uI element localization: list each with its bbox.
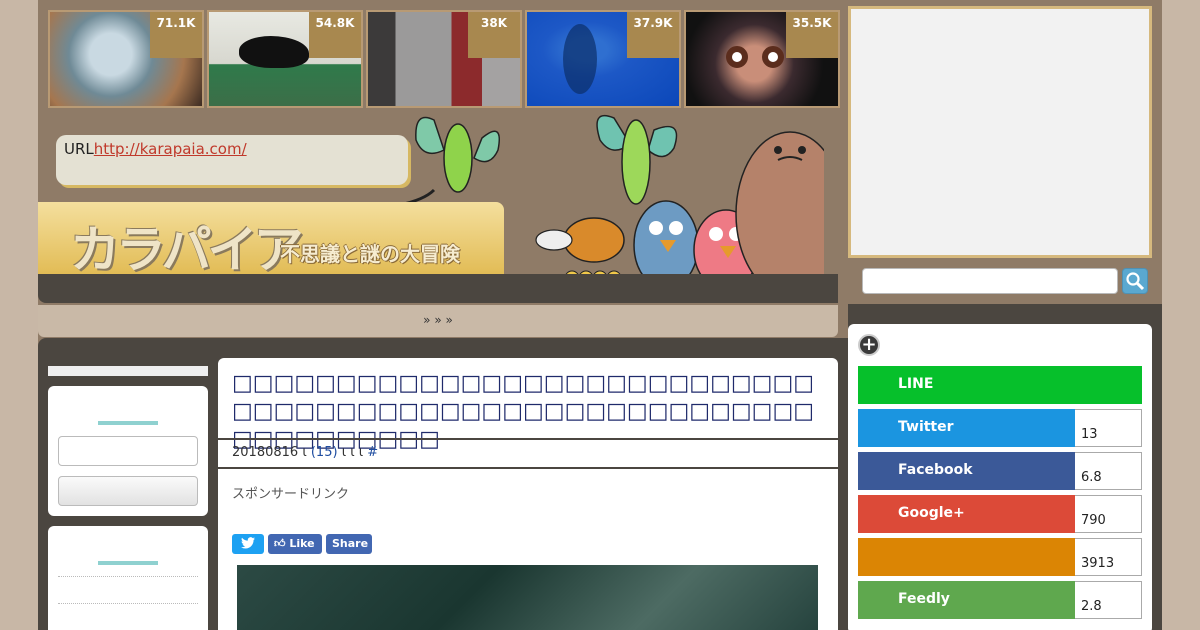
thumbs-up-icon: 👍︎: [274, 537, 286, 550]
view-count-badge: 35.5K: [786, 12, 838, 58]
left-sidebar-strip: [48, 366, 208, 376]
twitter-bird-icon: [241, 537, 255, 549]
article-date: 20180816: [232, 445, 299, 460]
site-url-link[interactable]: http://karapaia.com/: [94, 140, 247, 158]
url-bubble: URLhttp://karapaia.com/: [56, 135, 408, 185]
tweet-button[interactable]: [232, 534, 264, 554]
list-divider: [58, 576, 198, 577]
popular-thumbnails: 71.1K 54.8K 38K 37.9K 35.5K: [48, 10, 840, 108]
share-feedly[interactable]: Feedly 2.8: [858, 581, 1142, 619]
share-hatena-label: [858, 538, 1075, 576]
header-bar: [38, 274, 838, 303]
share-feedly-label: Feedly: [858, 581, 1075, 619]
site-tagline: 不思議と謎の大冒険: [280, 242, 460, 266]
thumbnail-1[interactable]: 71.1K: [48, 10, 204, 108]
meta-divider: [218, 438, 838, 440]
share-line[interactable]: LINE: [858, 366, 1142, 404]
search-input[interactable]: [862, 268, 1118, 294]
share-twitter-count: 13: [1075, 409, 1142, 447]
share-twitter-label: Twitter: [858, 409, 1075, 447]
list-divider: [58, 603, 198, 604]
view-count-badge: 37.9K: [627, 12, 679, 58]
share-hatena-count: 3913: [1075, 538, 1142, 576]
crow-shape: [239, 36, 309, 68]
view-count-badge: 54.8K: [309, 12, 361, 58]
thumbnail-2[interactable]: 54.8K: [207, 10, 363, 108]
thumbnail-3[interactable]: 38K: [366, 10, 522, 108]
facebook-like-button[interactable]: 👍︎ Like: [268, 534, 322, 554]
logo-banner[interactable]: カラパイア 不思議と謎の大冒険: [38, 202, 504, 279]
article-title[interactable]: □□□□□□□□□□□□□□□□□□□□□□□□□□□□□□□□□□□□□□□□…: [232, 370, 822, 454]
article-photo: [237, 565, 818, 630]
plus-icon[interactable]: +: [858, 334, 880, 356]
share-hatena[interactable]: 3913: [858, 538, 1142, 576]
search-icon: [1126, 272, 1145, 291]
thumbnail-5[interactable]: 35.5K: [684, 10, 840, 108]
article-meta: 20180816 ι (15) ι ι ι #: [232, 445, 378, 460]
share-facebook-count: 6.8: [1075, 452, 1142, 490]
comment-count-link[interactable]: (15): [311, 445, 338, 460]
sponsored-link-label: スポンサードリンク: [232, 487, 350, 502]
eye-shape: [726, 46, 748, 68]
share-panel: + LINE Twitter 13 Facebook 6.8 Google+ 7…: [848, 324, 1152, 630]
butterfly-mascot-left: [398, 116, 500, 207]
share-facebook-label: Facebook: [858, 452, 1075, 490]
share-twitter[interactable]: Twitter 13: [858, 409, 1142, 447]
share-feedly-count: 2.8: [1075, 581, 1142, 619]
ad-placeholder: [848, 6, 1152, 258]
page: 71.1K 54.8K 38K 37.9K 35.5K URLhttp://ka…: [38, 0, 1162, 630]
view-count-badge: 38K: [468, 12, 520, 58]
share-google-label: Google+: [858, 495, 1075, 533]
search-area: [848, 258, 1162, 304]
eye-shape: [762, 46, 784, 68]
share-google-plus[interactable]: Google+ 790: [858, 495, 1142, 533]
meta-divider: [218, 467, 838, 469]
permalink-hash[interactable]: #: [367, 445, 378, 460]
widget-heading-bar: [98, 561, 158, 565]
thumbnail-4[interactable]: 37.9K: [525, 10, 681, 108]
category-links[interactable]: ι ι ι: [342, 445, 363, 460]
butterfly-mascot-center: [596, 114, 678, 205]
site-logo: カラパイア: [70, 220, 303, 279]
url-prefix: URL: [64, 140, 94, 158]
share-facebook[interactable]: Facebook 6.8: [858, 452, 1142, 490]
article-card: □□□□□□□□□□□□□□□□□□□□□□□□□□□□□□□□□□□□□□□□…: [218, 358, 838, 630]
sidebar-search-button[interactable]: [58, 476, 198, 506]
share-google-count: 790: [1075, 495, 1142, 533]
view-count-badge: 71.1K: [150, 12, 202, 58]
meta-separator: ι: [302, 445, 307, 460]
facebook-share-button[interactable]: Share: [326, 534, 372, 554]
like-label: Like: [289, 537, 315, 550]
share-label: Share: [332, 537, 369, 550]
left-list-widget: [48, 526, 208, 630]
sidebar-search-input[interactable]: [58, 436, 198, 466]
left-search-widget: [48, 386, 208, 516]
share-line-label: LINE: [858, 366, 1142, 404]
breadcrumb: » » »: [38, 305, 838, 337]
widget-heading-bar: [98, 421, 158, 425]
search-button[interactable]: [1122, 268, 1148, 294]
diver-shape: [563, 24, 597, 94]
